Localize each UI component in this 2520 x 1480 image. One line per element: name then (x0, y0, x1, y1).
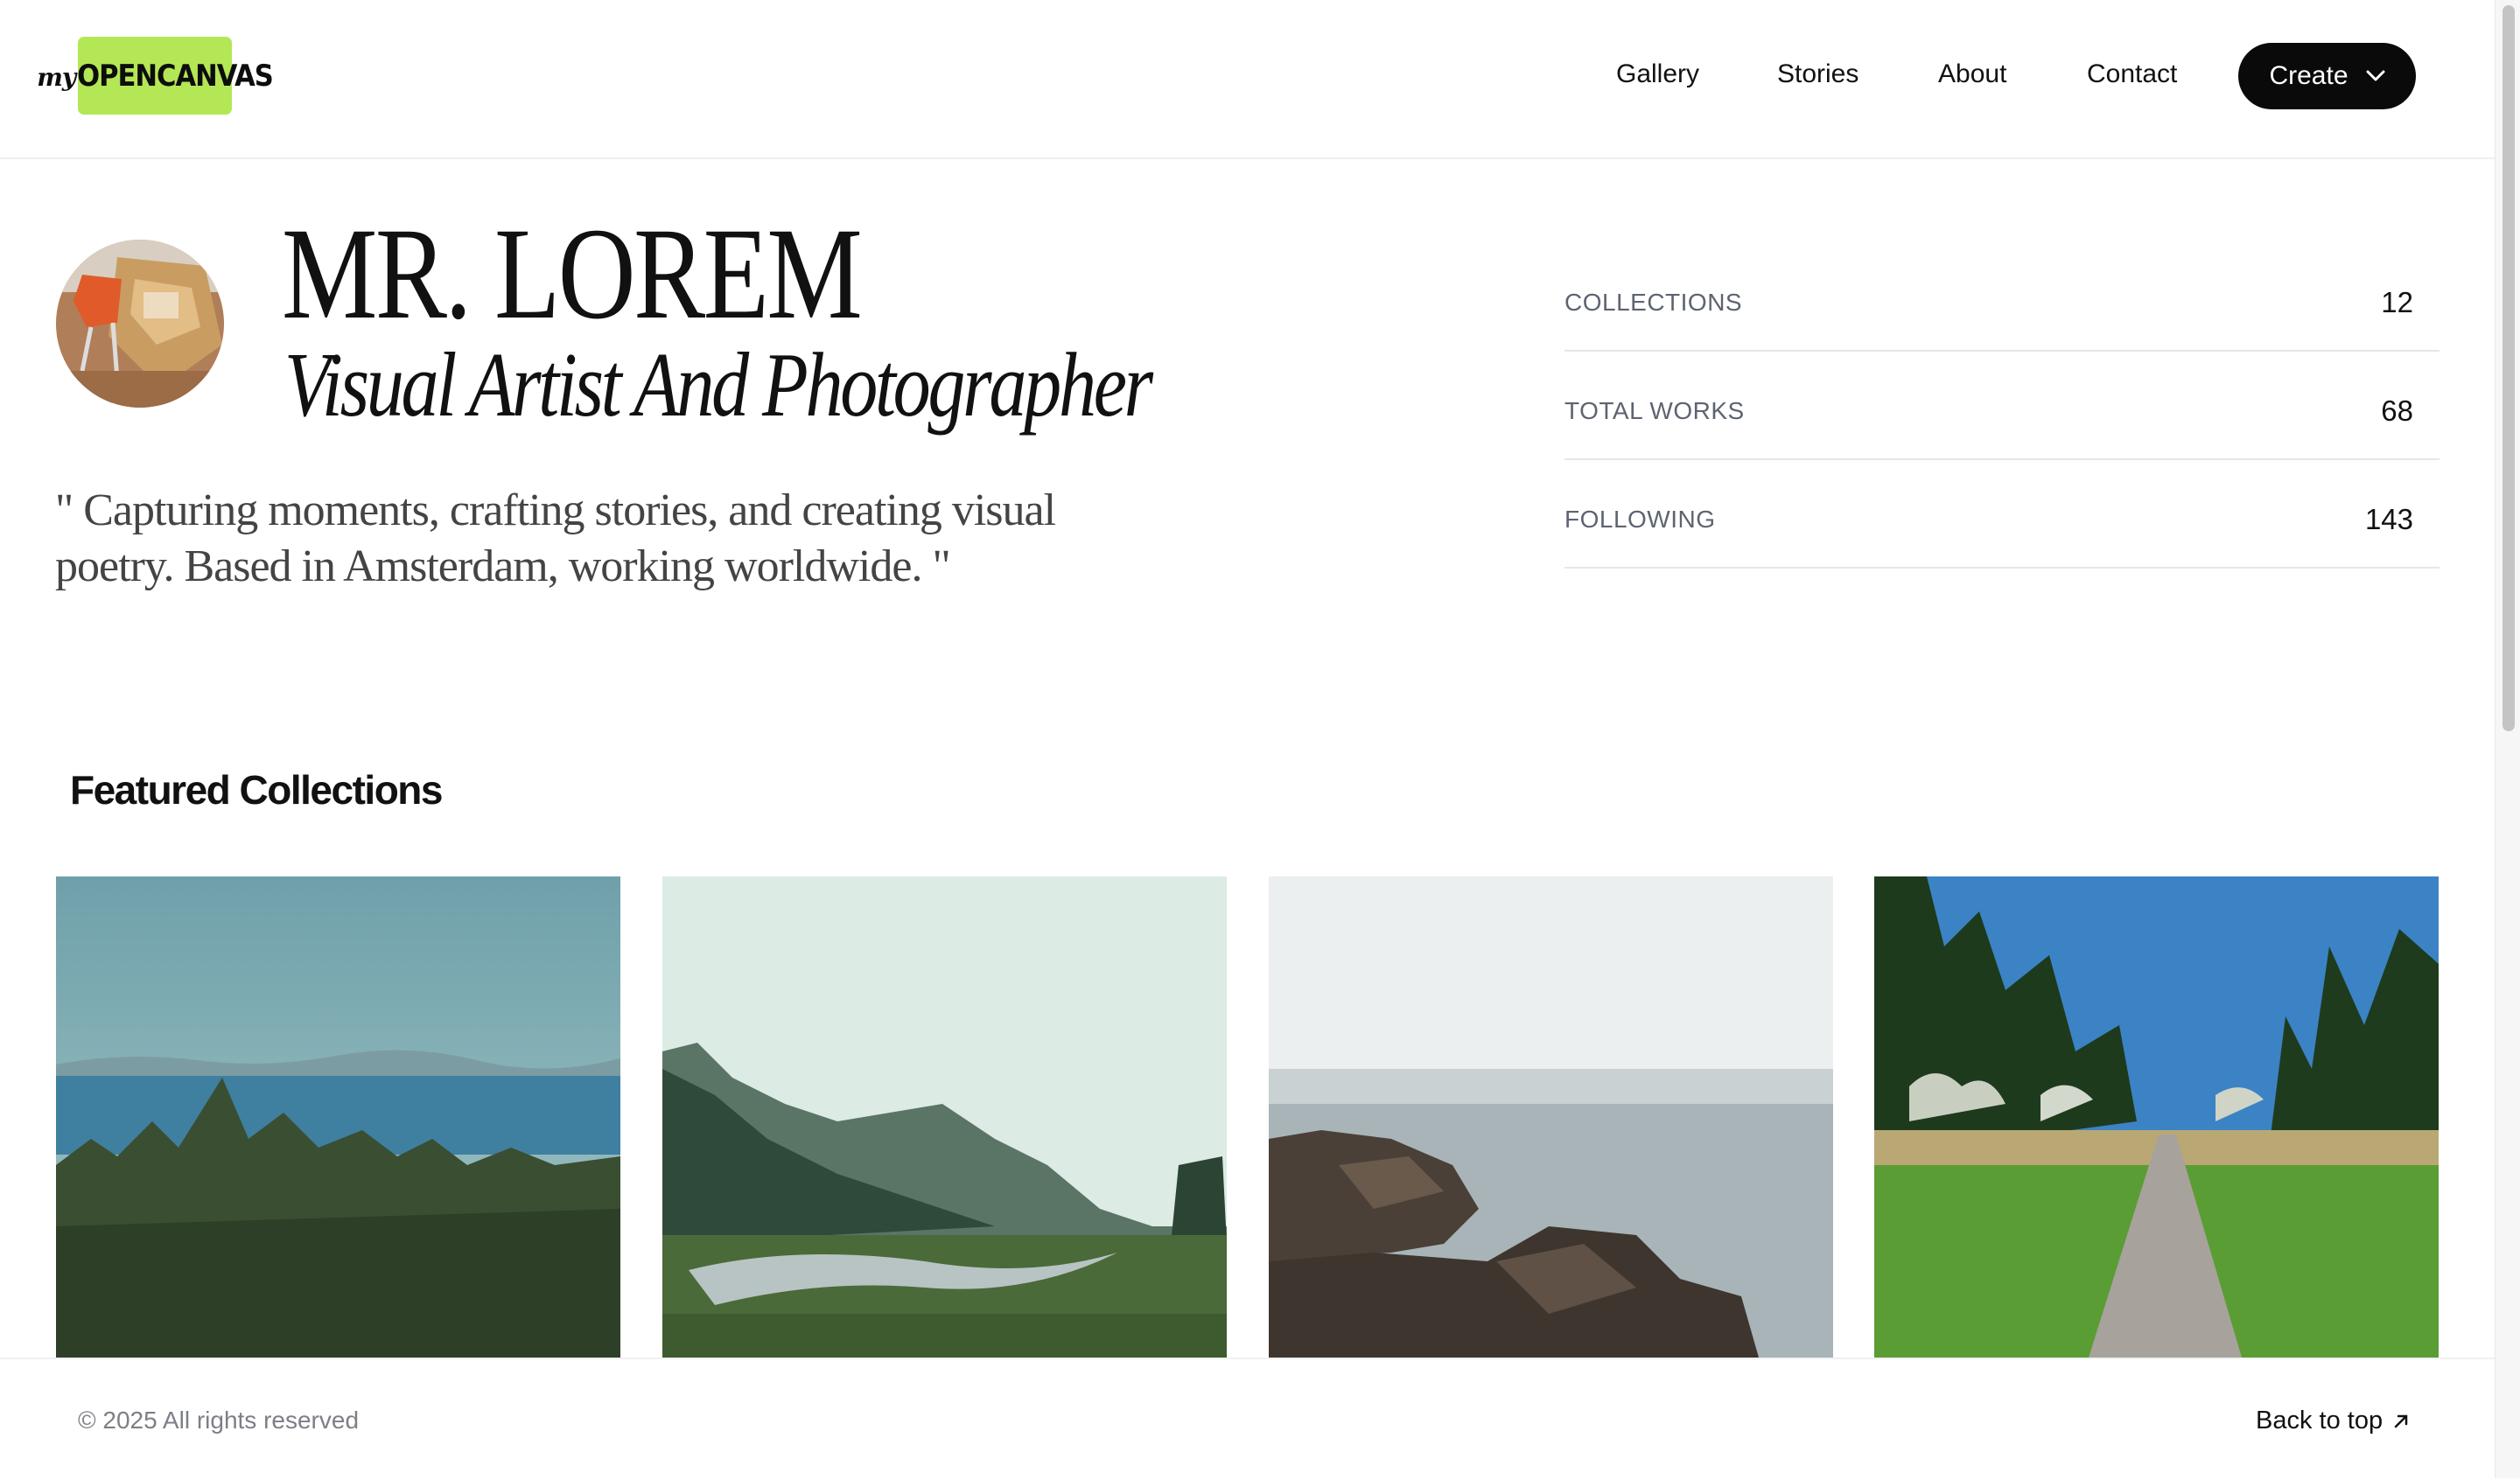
stat-collections: COLLECTIONS 12 (1564, 245, 2440, 352)
stat-total-works: TOTAL WORKS 68 (1564, 353, 2440, 460)
nav-stories[interactable]: Stories (1777, 59, 1858, 89)
site-header: myOPENCANVAS Gallery Stories About Conta… (0, 0, 2495, 159)
profile-stats: COLLECTIONS 12 TOTAL WORKS 68 FOLLOWING … (1564, 245, 2440, 570)
collection-card-rocky-coast[interactable] (1269, 876, 1833, 1358)
create-button[interactable]: Create (2238, 43, 2416, 109)
stat-value: 143 (2364, 503, 2413, 535)
profile-name: MR. LOREM (282, 201, 863, 346)
back-to-top-link[interactable]: Back to top (2256, 1407, 2409, 1435)
back-to-top-label: Back to top (2256, 1407, 2384, 1435)
nav-about[interactable]: About (1938, 59, 2006, 89)
chevron-down-icon (2366, 70, 2385, 81)
collection-card-park-path[interactable] (1874, 876, 2439, 1358)
profile-quote: " Capturing moments, crafting stories, a… (55, 485, 1056, 591)
create-button-label: Create (2269, 61, 2348, 90)
profile-subtitle: Visual Artist And Photographer (284, 333, 1153, 436)
avatar (56, 240, 224, 408)
nav-contact[interactable]: Contact (2087, 59, 2177, 89)
logo-wordmark: myOPENCANVAS (37, 58, 274, 94)
scrollbar-thumb[interactable] (2502, 5, 2515, 731)
arrow-up-right-icon (2394, 1414, 2408, 1428)
site-footer: © 2025 All rights reserved Back to top (0, 1358, 2495, 1480)
copyright-text: © 2025 All rights reserved (78, 1407, 360, 1434)
stat-following: FOLLOWING 143 (1564, 462, 2440, 569)
page-scrollbar[interactable] (2495, 0, 2520, 1478)
stat-value: 12 (2381, 286, 2413, 318)
site-logo[interactable]: myOPENCANVAS (37, 37, 274, 115)
stat-value: 68 (2381, 394, 2413, 427)
stat-label: TOTAL WORKS (1564, 397, 1745, 424)
stat-label: COLLECTIONS (1564, 289, 1743, 316)
nav-gallery[interactable]: Gallery (1616, 59, 1699, 89)
stat-label: FOLLOWING (1564, 506, 1716, 533)
featured-collections-title: Featured Collections (70, 767, 443, 813)
collection-card-misty-river[interactable] (662, 876, 1227, 1358)
collection-card-forest-lake[interactable] (56, 876, 620, 1358)
